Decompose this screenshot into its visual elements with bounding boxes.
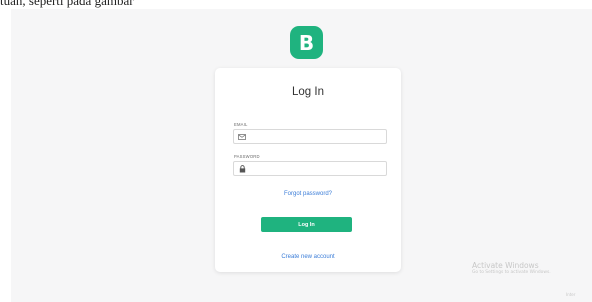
create-account-link[interactable]: Create new account: [215, 254, 401, 260]
password-field-wrapper: [233, 161, 387, 176]
envelope-icon: [238, 133, 246, 140]
forgot-password-link[interactable]: Forgot password?: [215, 191, 401, 197]
app-screenshot: B Log In EMAIL PASSWORD Forgot password?…: [11, 9, 592, 302]
watermark-subtitle: Go to Settings to activate Windows.: [472, 270, 551, 275]
logo-letter: B: [298, 30, 315, 55]
watermark-title: Activate Windows: [472, 261, 539, 270]
password-input[interactable]: [250, 163, 380, 173]
email-input[interactable]: [250, 131, 380, 141]
lock-icon: [238, 164, 246, 172]
login-card: Log In EMAIL PASSWORD Forgot password? L…: [215, 68, 401, 272]
email-field-wrapper: [233, 129, 387, 144]
watermark-tag: Inter: [566, 292, 576, 297]
password-label: PASSWORD: [234, 154, 260, 159]
windows-activation-watermark: Activate Windows Go to Settings to activ…: [472, 261, 551, 275]
document-caption: tuan, seperti pada gambar: [0, 0, 134, 8]
app-logo: B: [290, 26, 323, 59]
email-label: EMAIL: [234, 122, 248, 127]
login-title: Log In: [292, 86, 324, 98]
login-button[interactable]: Log In: [261, 217, 352, 232]
